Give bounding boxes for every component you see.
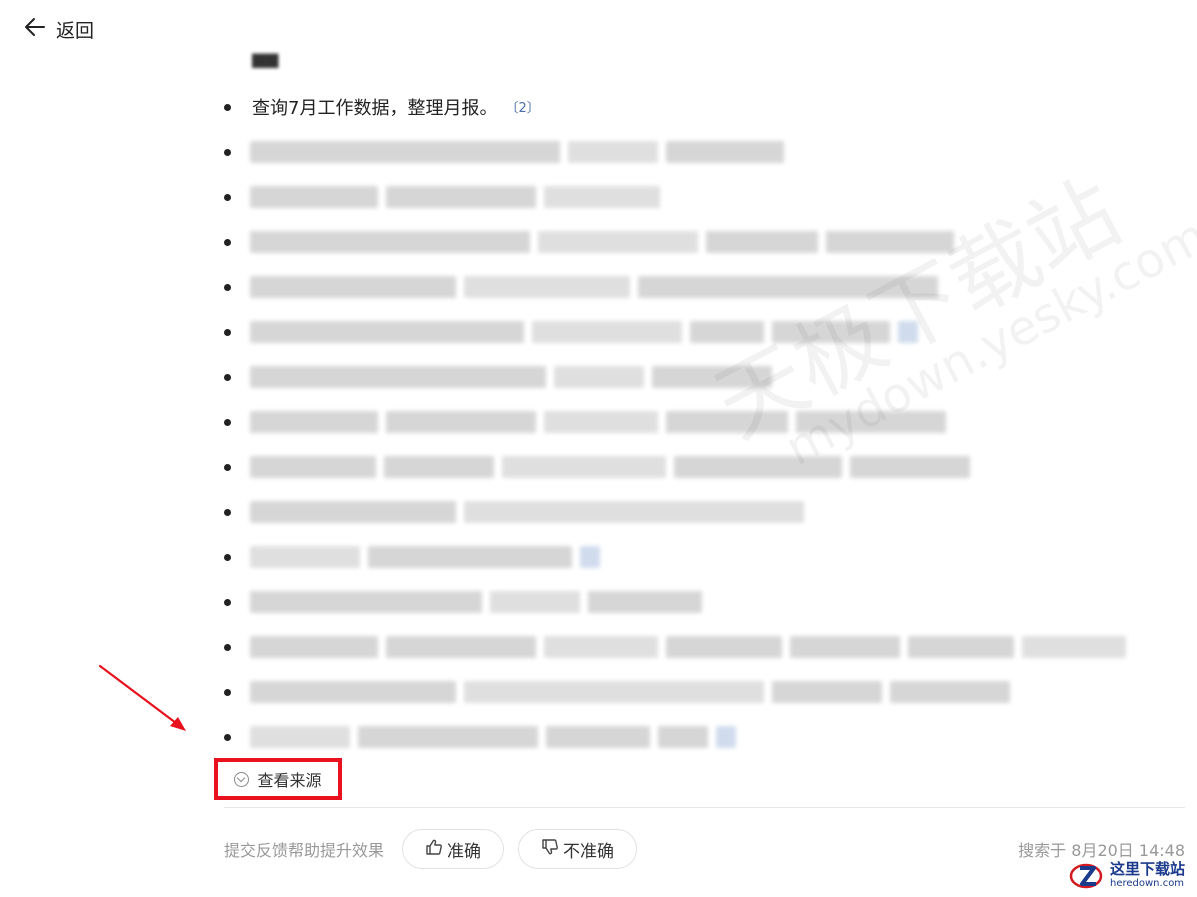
logo-cn: 这里下载站: [1110, 859, 1186, 878]
list-item-obscured: [224, 309, 1184, 354]
bullet: [224, 463, 231, 471]
view-sources-button[interactable]: 查看来源: [214, 758, 342, 800]
obscured-text: [250, 365, 772, 388]
obscured-text: [250, 635, 1126, 658]
obscured-text: [250, 725, 736, 748]
list-item-obscured: [224, 174, 1184, 219]
back-label: 返回: [56, 19, 95, 42]
bullet: [224, 193, 231, 201]
feedback-bar: 提交反馈帮助提升效果 准确 不准确 搜索于 8月20日 14:48: [224, 828, 1185, 870]
list-item-obscured: [224, 714, 1184, 759]
bullet: [224, 148, 231, 156]
corner-logo: 这里下载站 heredown.com: [1068, 856, 1194, 894]
back-button[interactable]: 返回: [22, 14, 94, 44]
obscured-text: [250, 680, 1010, 703]
inaccurate-label: 不准确: [563, 841, 615, 862]
view-sources-label: 查看来源: [257, 771, 322, 790]
chevron-down-circle-icon: [234, 771, 250, 787]
logo-en: heredown.com: [1110, 877, 1185, 889]
list-item-obscured: [224, 399, 1184, 444]
obscured-text: [250, 230, 954, 253]
obscured-text: [250, 410, 946, 433]
list-item-obscured: [224, 624, 1184, 669]
list-item-obscured: [224, 354, 1184, 399]
list-item-obscured: [224, 534, 1184, 579]
list-item-obscured: [224, 444, 1184, 489]
bullet: [224, 688, 231, 696]
obscured-text-fragment: ▇▇: [252, 52, 279, 68]
bullet: [224, 328, 231, 336]
list-item-obscured: [224, 669, 1184, 714]
obscured-text: [250, 500, 804, 523]
bullet: [224, 238, 231, 246]
result-list: 查询7月工作数据，整理月报。 〔2〕: [224, 84, 1184, 759]
bullet: [224, 373, 231, 381]
page: 返回 ▇▇ 查询7月工作数据，整理月报。 〔2〕 查看来源 提交反馈帮助提升效果…: [0, 0, 1197, 897]
bullet: [224, 103, 231, 111]
obscured-text: [250, 185, 660, 208]
citation-link[interactable]: 〔2〕: [505, 97, 539, 116]
bullet: [224, 598, 231, 606]
obscured-text: [250, 140, 784, 163]
obscured-text: [250, 545, 600, 568]
list-item-obscured: [224, 219, 1184, 264]
annotation-arrow-icon: [98, 664, 186, 731]
logo-mark-icon: [1068, 858, 1108, 892]
bullet: [224, 508, 231, 516]
list-item-obscured: [224, 579, 1184, 624]
list-item-obscured: [224, 129, 1184, 174]
accurate-button[interactable]: 准确: [402, 829, 505, 869]
bullet: [224, 283, 231, 291]
obscured-text: [250, 320, 918, 343]
obscured-text: [250, 275, 938, 298]
thumbs-down-icon: [541, 838, 559, 861]
bullet: [224, 733, 231, 741]
list-item-text: 查询7月工作数据，整理月报。: [252, 97, 498, 119]
feedback-hint: 提交反馈帮助提升效果: [224, 841, 385, 860]
list-item-obscured: [224, 489, 1184, 534]
bullet: [224, 418, 231, 426]
obscured-text: [250, 590, 702, 613]
obscured-text: [250, 455, 970, 478]
accurate-label: 准确: [447, 841, 482, 862]
bullet: [224, 553, 231, 561]
bullet: [224, 643, 231, 651]
list-item-obscured: [224, 264, 1184, 309]
thumbs-up-icon: [425, 838, 443, 861]
inaccurate-button[interactable]: 不准确: [518, 829, 638, 869]
list-item: 查询7月工作数据，整理月报。 〔2〕: [224, 84, 1184, 129]
arrow-left-icon: [22, 14, 48, 44]
divider: [224, 807, 1185, 808]
